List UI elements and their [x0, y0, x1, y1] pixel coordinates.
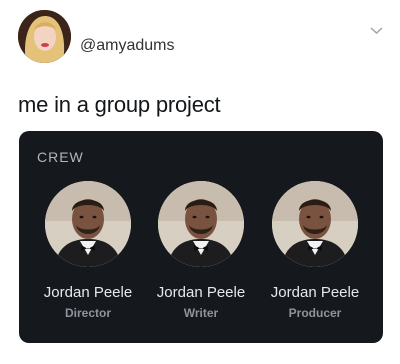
tweet-text: me in a group project — [18, 92, 221, 117]
crew-member[interactable]: Jordan Peele Producer — [260, 181, 370, 320]
avatar[interactable] — [18, 10, 71, 63]
user-handle[interactable]: @amyadums — [80, 37, 175, 55]
member-role: Director — [64, 306, 111, 320]
member-name: Jordan Peele — [43, 284, 133, 301]
crew-card: CREW Jordan Peele Director Jordan Peele … — [19, 131, 383, 343]
member-role: Writer — [183, 306, 219, 320]
member-name: Jordan Peele — [156, 284, 246, 301]
crew-member[interactable]: Jordan Peele Director — [33, 181, 143, 320]
member-role: Producer — [288, 306, 342, 320]
crew-member[interactable]: Jordan Peele Writer — [146, 181, 256, 320]
portrait-image — [158, 181, 244, 267]
tweet: @amyadums me in a group project CREW Jor… — [0, 0, 400, 364]
portrait-image — [45, 181, 131, 267]
member-name: Jordan Peele — [270, 284, 360, 301]
chevron-down-icon[interactable] — [369, 23, 384, 38]
portrait-image — [272, 181, 358, 267]
section-label: CREW — [37, 149, 84, 165]
